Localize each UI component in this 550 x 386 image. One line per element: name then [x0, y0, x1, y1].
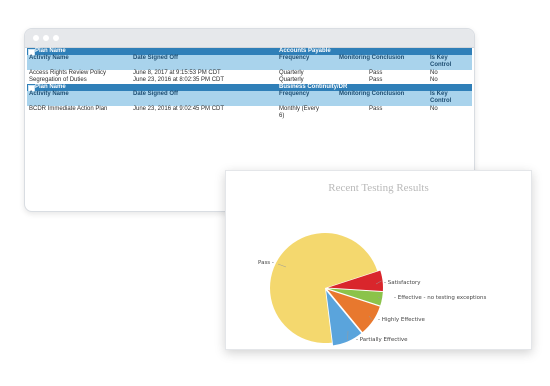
col-header-conclusion[interactable]: Monitoring Conclusion [339, 91, 404, 98]
table-header-row: Activity Name Date Signed Off Frequency … [27, 55, 472, 70]
cell-conclusion: Pass [369, 106, 383, 112]
plan-label: Plan Name [35, 84, 66, 90]
pie-slice-label: - Highly Effective [378, 317, 426, 323]
chart-card: Recent Testing Results Pass -- Satisfact… [225, 170, 532, 350]
col-header-conclusion[interactable]: Monitoring Conclusion [339, 55, 404, 62]
pie-slice-label: - Effective - no testing exceptions [394, 295, 487, 301]
cell-frequency: Quarterly [279, 70, 304, 76]
cell-date: June 8, 2017 at 9:15:53 PM CDT [133, 70, 221, 76]
cell-activity: BCDR Immediate Action Plan [29, 106, 108, 112]
col-header-key-control[interactable]: Is Key Control [430, 55, 470, 69]
col-header-frequency[interactable]: Frequency [279, 55, 309, 62]
window-titlebar [25, 29, 474, 48]
pie-slice-label: - Partially Effective [356, 337, 408, 343]
plan-row[interactable]: Plan Name Accounts Payable [27, 48, 472, 56]
plan-value: Business Continuity/DR [279, 84, 348, 90]
table-row[interactable]: BCDR Immediate Action Plan June 23, 2016… [27, 106, 472, 122]
table-row[interactable]: Access Rights Review Policy June 8, 2017… [27, 70, 472, 77]
cell-activity: Access Rights Review Policy [29, 70, 107, 76]
cell-frequency: Quarterly [279, 77, 304, 83]
cell-key-control: No [430, 70, 438, 76]
window-control-dot[interactable] [33, 35, 39, 41]
cell-frequency: Monthly (Every 6) [279, 106, 320, 119]
plan-value: Accounts Payable [279, 48, 331, 54]
table-row[interactable]: Segregation of Duties June 23, 2016 at 8… [27, 77, 472, 84]
cell-activity: Segregation of Duties [29, 77, 87, 83]
col-header-frequency[interactable]: Frequency [279, 91, 309, 98]
window-control-dot[interactable] [43, 35, 49, 41]
window-control-dot[interactable] [53, 35, 59, 41]
cell-date: June 23, 2016 at 8:02:35 PM CDT [133, 77, 225, 83]
plan-row[interactable]: Plan Name Business Continuity/DR [27, 84, 472, 92]
cell-key-control: No [430, 106, 438, 112]
cell-conclusion: Pass [369, 70, 383, 76]
col-header-date[interactable]: Date Signed Off [133, 91, 178, 98]
pie-slice-label: Pass - [258, 260, 274, 266]
col-header-activity[interactable]: Activity Name [29, 91, 69, 98]
cell-date: June 23, 2016 at 9:02:45 PM CDT [133, 106, 225, 112]
pie-slice-label: - Satisfactory [384, 280, 421, 286]
cell-conclusion: Pass [369, 77, 383, 83]
col-header-key-control[interactable]: Is Key Control [430, 91, 470, 105]
results-table: Plan Name Accounts Payable Activity Name… [27, 48, 472, 122]
plan-label: Plan Name [35, 48, 66, 54]
pie-chart: Pass - - Satisfactory - Effective - no tes… [258, 232, 487, 346]
cell-key-control: No [430, 77, 438, 83]
table-header-row: Activity Name Date Signed Off Frequency … [27, 91, 472, 106]
col-header-date[interactable]: Date Signed Off [133, 55, 178, 62]
col-header-activity[interactable]: Activity Name [29, 55, 69, 62]
